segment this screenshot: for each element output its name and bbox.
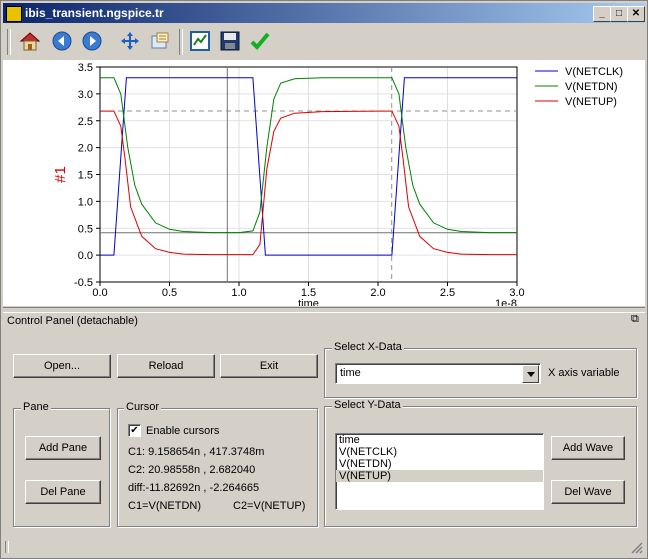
xdata-selected: time xyxy=(340,367,361,379)
configure-subplots-icon[interactable] xyxy=(187,28,213,54)
del-wave-button[interactable]: Del Wave xyxy=(551,480,625,504)
y-tick-label: 3.5 xyxy=(78,62,93,74)
x-axis-label: time xyxy=(298,298,319,306)
close-button[interactable]: ✕ xyxy=(627,6,645,22)
x-tick-label: 1.0 xyxy=(231,287,246,299)
add-wave-button[interactable]: Add Wave xyxy=(551,436,625,460)
pan-icon[interactable] xyxy=(117,28,143,54)
exit-button[interactable]: Exit xyxy=(220,354,318,378)
ydata-list[interactable]: time V(NETCLK) V(NETDN) V(NETUP) xyxy=(335,433,544,510)
pane-group xyxy=(13,408,110,527)
forward-icon[interactable] xyxy=(79,28,105,54)
x-tick-label: 0.5 xyxy=(162,287,177,299)
waveform-chart[interactable]: 0.0 0.5 1.0 1.5 2.0 2.5 3.0-0.50.00.51.01.52.0… xyxy=(3,60,645,310)
reload-button[interactable]: Reload xyxy=(117,354,215,378)
add-pane-button[interactable]: Add Pane xyxy=(25,436,101,460)
cursor1-readout: C1: 9.158654n , 417.3748m xyxy=(128,446,265,458)
back-icon[interactable] xyxy=(49,28,75,54)
del-pane-button[interactable]: Del Pane xyxy=(25,480,101,504)
y-tick-label: -0.5 xyxy=(74,277,93,289)
x-tick-label: 2.0 xyxy=(370,287,385,299)
toolbar-separator xyxy=(179,29,183,55)
x-tick-label: 0.0 xyxy=(92,287,107,299)
y-tick-label: 2.5 xyxy=(78,116,93,128)
y-axis-label: #1 xyxy=(52,166,69,183)
legend-label: V(NETUP) xyxy=(565,96,617,108)
plot-area[interactable]: 0.0 0.5 1.0 1.5 2.0 2.5 3.0 -0.5 0.0 0.5 1.0 1.5 2.0… xyxy=(3,60,645,310)
legend-label: V(NETCLK) xyxy=(565,66,623,78)
x-axis-variable-label: X axis variable xyxy=(548,367,620,379)
control-panel-title: Control Panel (detachable) xyxy=(7,315,138,327)
cursor-diff-readout: diff:-11.82692n , -2.264665 xyxy=(128,482,260,494)
cursor2-trace: C2=V(NETUP) xyxy=(233,500,306,512)
title-bar: ibis_transient.ngspice.tr _ □ ✕ xyxy=(3,3,645,23)
maximize-button[interactable]: □ xyxy=(610,6,628,22)
toolbar xyxy=(3,25,645,59)
legend-label: V(NETDN) xyxy=(565,81,618,93)
panel-splitter[interactable] xyxy=(3,307,645,313)
ydata-list-item[interactable]: V(NETUP) xyxy=(336,470,543,482)
ydata-list-item[interactable]: V(NETCLK) xyxy=(336,446,543,458)
cursor-group-label: Cursor xyxy=(124,401,162,413)
x-tick-label: 2.5 xyxy=(440,287,455,299)
undock-icon[interactable]: ⧉ xyxy=(631,313,639,326)
ydata-list-item[interactable]: V(NETDN) xyxy=(336,458,543,470)
toolbar-grip xyxy=(7,29,11,55)
resize-grip-icon[interactable] xyxy=(631,542,643,554)
y-tick-label: 1.0 xyxy=(78,196,93,208)
zoom-icon[interactable] xyxy=(147,28,173,54)
cursor2-readout: C2: 20.98558n , 2.682040 xyxy=(128,464,256,476)
y-tick-label: 3.0 xyxy=(78,89,93,101)
app-icon xyxy=(6,6,22,22)
main-window: ibis_transient.ngspice.tr _ □ ✕ 0.0 0.5 … xyxy=(0,0,648,559)
chevron-down-icon[interactable] xyxy=(522,365,539,383)
home-icon[interactable] xyxy=(17,28,43,54)
cursor1-trace: C1=V(NETDN) xyxy=(128,500,202,512)
y-tick-label: 0.0 xyxy=(78,250,93,262)
open-button[interactable]: Open... xyxy=(13,354,111,378)
status-grip-left xyxy=(5,541,9,553)
window-title: ibis_transient.ngspice.tr xyxy=(25,6,164,20)
pane-group-label: Pane xyxy=(21,401,51,413)
select-ydata-label: Select Y-Data xyxy=(332,399,403,411)
y-tick-label: 2.0 xyxy=(78,143,93,155)
save-icon[interactable] xyxy=(217,28,243,54)
check-icon[interactable] xyxy=(247,28,273,54)
enable-cursors-label: Enable cursors xyxy=(146,425,220,437)
y-tick-label: 0.5 xyxy=(78,223,93,235)
ydata-list-item[interactable]: time xyxy=(336,434,543,446)
x-offset-label: 1e-8 xyxy=(495,298,517,306)
xdata-select[interactable]: time xyxy=(335,363,541,384)
select-xdata-label: Select X-Data xyxy=(332,341,404,353)
enable-cursors-checkbox[interactable]: ✔ xyxy=(128,424,141,437)
y-tick-label: 1.5 xyxy=(78,170,93,182)
status-bar xyxy=(3,539,645,557)
minimize-button[interactable]: _ xyxy=(593,6,611,22)
